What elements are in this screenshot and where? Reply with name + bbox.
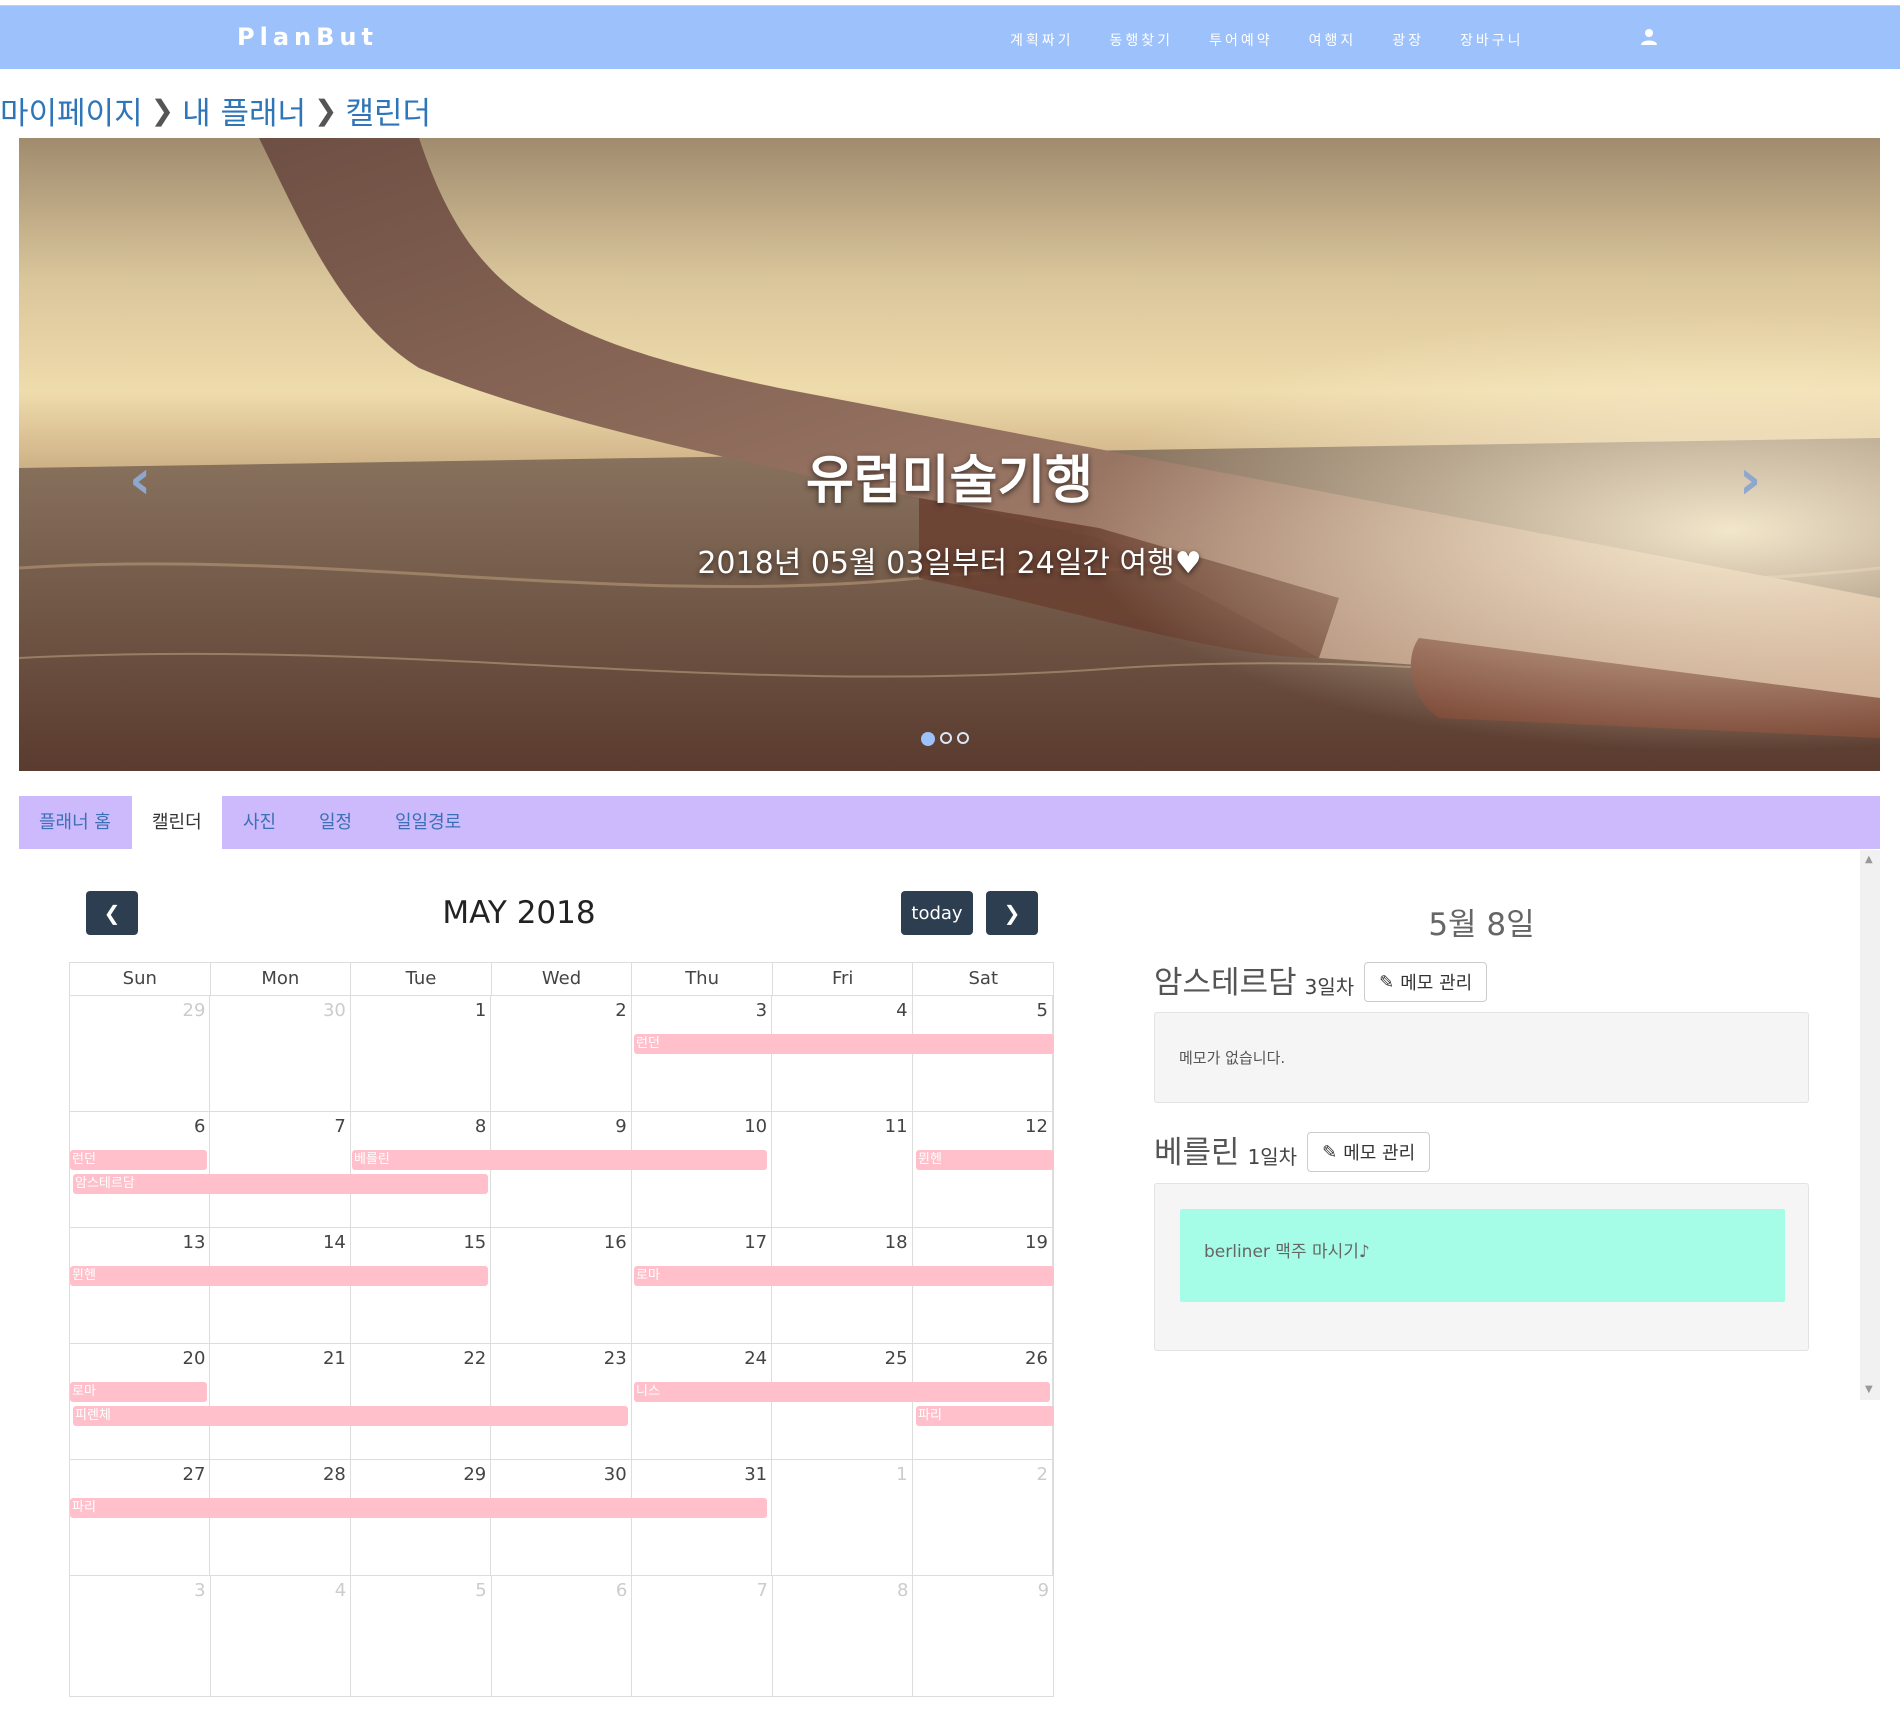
city-name: 베를린 [1154,1135,1240,1171]
city-day-count: 3일차 [1304,975,1355,999]
day-cell[interactable]: 9 [913,1576,1053,1696]
day-cell[interactable]: 7 [632,1576,773,1696]
event-munich[interactable]: 뮌헨 [916,1150,1054,1170]
planner-tabs: 플래너 홈 캘린더 사진 일정 일일경로 [19,796,1880,849]
calendar-week: 13 14 15 16 17 18 19 뮌헨 로마 [70,1228,1054,1344]
carousel-dot-2[interactable] [940,732,952,744]
dow-mon: Mon [211,963,352,995]
city-header: 암스테르담 3일차 ✎ 메모 관리 [1154,957,1488,1002]
days-of-week-header: Sun Mon Tue Wed Thu Fri Sat [70,963,1053,996]
tab-schedule[interactable]: 일정 [319,796,352,849]
chevron-right-icon: ❯ [314,94,338,127]
calendar-week: 3 4 5 6 7 8 9 [70,1576,1053,1696]
tab-planner-home[interactable]: 플래너 홈 [39,796,111,849]
day-cell[interactable]: 5 [351,1576,492,1696]
city-day-count: 1일차 [1247,1145,1298,1169]
calendar-month-title: MAY 2018 [442,895,596,931]
breadcrumb-mypage[interactable]: 마이페이지 [0,88,143,133]
day-cell[interactable]: 30 [210,996,351,1111]
memo-note[interactable]: berliner 맥주 마시기♪ [1180,1209,1785,1302]
breadcrumb-my-planner[interactable]: 내 플래너 [182,88,306,133]
nav-item-tour[interactable]: 투어예약 [1209,30,1273,50]
dow-fri: Fri [773,963,914,995]
nav-item-plaza[interactable]: 광장 [1392,30,1424,50]
day-cell[interactable]: 29 [70,996,211,1111]
event-london[interactable]: 런던 [70,1150,207,1170]
calendar-next-button[interactable]: ❯ [986,891,1038,935]
dow-sat: Sat [968,968,999,989]
calendar-grid: Sun Mon Tue Wed Thu Fri Sat 29 30 1 2 3 … [69,962,1054,1697]
event-berlin[interactable]: 베를린 [352,1150,767,1170]
top-navbar: PlanBut 계획짜기 동행찾기 투어예약 여행지 광장 장바구니 [0,5,1900,69]
calendar-week: 27 28 29 30 31 1 2 파리 [70,1460,1053,1576]
tab-daily-route[interactable]: 일일경로 [395,796,461,849]
carousel-dot-1[interactable] [921,732,935,746]
event-paris[interactable]: 파리 [70,1498,767,1518]
memo-box: berliner 맥주 마시기♪ [1154,1183,1809,1351]
day-cell[interactable]: 7 [210,1112,351,1227]
nav-item-plan[interactable]: 계획짜기 [1010,30,1074,50]
day-cell[interactable]: 23 [491,1344,632,1459]
day-cell[interactable]: 6 [492,1576,633,1696]
dow-tue: Tue [351,963,492,995]
main-nav: 계획짜기 동행찾기 투어예약 여행지 광장 장바구니 [1010,30,1560,50]
nav-item-companion[interactable]: 동행찾기 [1110,30,1174,50]
trip-subtitle: 2018년 05월 03일부터 24일간 여행♥ [697,546,1202,581]
day-cell[interactable]: 2 [913,1460,1053,1575]
memo-manage-button[interactable]: ✎ 메모 관리 [1307,1132,1431,1172]
calendar-week: 29 30 1 2 3 4 5 런던 [70,996,1054,1112]
chevron-right-icon: ❯ [150,94,175,127]
day-cell[interactable]: 3 [70,1576,211,1696]
calendar-week: 6 7 8 9 10 11 12 런던 베를린 뮌헨 암스테르담 [70,1112,1054,1228]
day-cell[interactable]: 21 [210,1344,351,1459]
day-cell[interactable]: 1 [351,996,492,1111]
scroll-down-icon[interactable]: ▼ [1865,1384,1873,1395]
memo-box: 메모가 없습니다. [1154,1012,1809,1103]
breadcrumb-calendar[interactable]: 캘린더 [345,88,431,133]
tab-calendar[interactable]: 캘린더 [132,796,222,849]
breadcrumb: 마이페이지 ❯ 내 플래너 ❯ 캘린더 [0,88,431,133]
brand-logo[interactable]: PlanBut [237,23,378,51]
day-cell[interactable]: 11 [772,1112,913,1227]
scroll-up-icon[interactable]: ▲ [1865,854,1873,865]
day-cell[interactable]: 16 [491,1228,632,1343]
dow-wed: Wed [492,963,633,995]
event-london[interactable]: 런던 [634,1034,1054,1054]
event-paris[interactable]: 파리 [916,1406,1054,1426]
calendar-today-button[interactable]: today [901,891,973,935]
memo-manage-label: 메모 관리 [1400,973,1473,994]
event-rome[interactable]: 로마 [70,1382,207,1402]
memo-manage-label: 메모 관리 [1343,1143,1416,1164]
carousel-dot-3[interactable] [957,732,969,744]
pencil-icon: ✎ [1322,1141,1338,1163]
day-cell[interactable]: 4 [211,1576,352,1696]
day-cell[interactable]: 22 [351,1344,492,1459]
hero-carousel: ‹ › 유럽미술기행 2018년 05월 03일부터 24일간 여행♥ [19,138,1880,771]
tab-photos[interactable]: 사진 [243,796,276,849]
scrollbar[interactable]: ▲ ▼ [1860,850,1880,1400]
calendar-week: 20 21 22 23 24 25 26 로마 니스 피렌체 파리 [70,1344,1054,1460]
trip-title: 유럽미술기행 [805,451,1094,511]
nav-item-cart[interactable]: 장바구니 [1460,30,1524,50]
city-header: 베를린 1일차 ✎ 메모 관리 [1154,1127,1431,1172]
event-amsterdam[interactable]: 암스테르담 [73,1174,488,1194]
day-cell[interactable]: 1 [772,1460,913,1575]
day-cell[interactable]: 8 [773,1576,914,1696]
pencil-icon: ✎ [1379,971,1395,993]
dow-sun: Sun [70,963,211,995]
chevron-right-icon: ❯ [1003,901,1021,925]
nav-item-destination[interactable]: 여행지 [1309,30,1357,50]
memo-empty-text: 메모가 없습니다. [1179,1049,1286,1067]
carousel-indicators [921,732,969,746]
selected-date: 5월 8일 [1428,907,1535,943]
event-florence[interactable]: 피렌체 [73,1406,628,1426]
memo-manage-button[interactable]: ✎ 메모 관리 [1364,962,1488,1002]
event-nice[interactable]: 니스 [634,1382,1050,1402]
dow-thu: Thu [632,963,773,995]
day-cell[interactable]: 2 [491,996,632,1111]
event-munich[interactable]: 뮌헨 [70,1266,488,1286]
city-name: 암스테르담 [1154,965,1297,1001]
event-rome[interactable]: 로마 [634,1266,1054,1286]
user-icon[interactable] [1640,28,1658,46]
